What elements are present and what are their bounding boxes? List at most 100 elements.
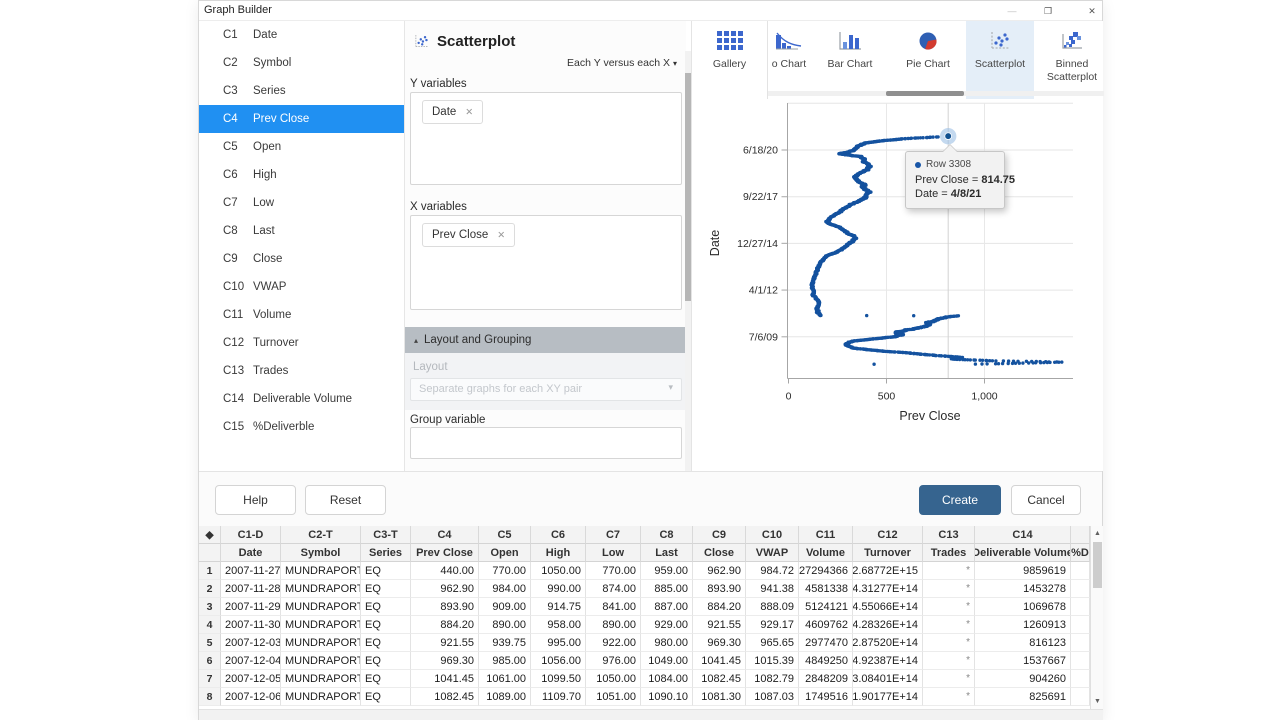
cell[interactable]: 976.00 — [586, 652, 641, 670]
cell[interactable]: 1050.00 — [531, 562, 586, 580]
cell[interactable]: 841.00 — [586, 598, 641, 616]
cell[interactable]: 995.00 — [531, 634, 586, 652]
cell[interactable]: 1061.00 — [479, 670, 531, 688]
column-item--deliverble[interactable]: C15%Deliverble — [199, 413, 404, 441]
cell[interactable]: 1041.45 — [411, 670, 479, 688]
cell[interactable]: 5124121 — [799, 598, 853, 616]
cell[interactable]: 2007-11-27 — [221, 562, 281, 580]
y-variables-dropzone[interactable]: Date ✕ — [410, 92, 682, 185]
column-item-turnover[interactable]: C12Turnover — [199, 329, 404, 357]
cell[interactable]: 893.90 — [411, 598, 479, 616]
worksheet-horizontal-scrollbar[interactable] — [199, 709, 1103, 720]
row-number[interactable]: 4 — [199, 616, 221, 634]
row-number[interactable]: 8 — [199, 688, 221, 706]
cell[interactable]: 1041.45 — [693, 652, 746, 670]
column-name-header[interactable]: Date — [221, 544, 281, 562]
column-name-header[interactable]: Close — [693, 544, 746, 562]
cell[interactable] — [1071, 598, 1090, 616]
cell[interactable] — [1071, 634, 1090, 652]
cell[interactable]: 929.17 — [746, 616, 799, 634]
cell[interactable] — [1071, 562, 1090, 580]
cell[interactable]: MUNDRAPORT — [281, 598, 361, 616]
cell[interactable] — [1071, 580, 1090, 598]
cancel-button[interactable]: Cancel — [1011, 485, 1081, 515]
cell[interactable]: 893.90 — [693, 580, 746, 598]
cell[interactable]: EQ — [361, 652, 411, 670]
cell[interactable]: 9859619 — [975, 562, 1071, 580]
cell[interactable]: 4.31277E+14 — [853, 580, 923, 598]
column-id-header[interactable]: C2-T — [281, 526, 361, 544]
column-name-header[interactable]: Open — [479, 544, 531, 562]
column-name-header[interactable]: Trades — [923, 544, 975, 562]
cell[interactable]: 965.65 — [746, 634, 799, 652]
cell[interactable]: MUNDRAPORT — [281, 688, 361, 706]
cell[interactable]: 1537667 — [975, 652, 1071, 670]
cell[interactable]: 1082.45 — [411, 688, 479, 706]
column-name-header[interactable]: Deliverable Volume — [975, 544, 1071, 562]
column-name-header[interactable]: Last — [641, 544, 693, 562]
cell[interactable]: 1087.03 — [746, 688, 799, 706]
cell[interactable]: 2007-12-03 — [221, 634, 281, 652]
cell[interactable]: * — [923, 598, 975, 616]
column-id-header[interactable]: C5 — [479, 526, 531, 544]
row-number[interactable]: 3 — [199, 598, 221, 616]
create-button[interactable]: Create — [919, 485, 1001, 515]
cell[interactable]: 1109.70 — [531, 688, 586, 706]
cell[interactable]: 1084.00 — [641, 670, 693, 688]
x-variables-dropzone[interactable]: Prev Close ✕ — [410, 215, 682, 310]
cell[interactable] — [1071, 688, 1090, 706]
column-name-header[interactable]: Prev Close — [411, 544, 479, 562]
column-id-header[interactable]: C12 — [853, 526, 923, 544]
cell[interactable]: 1051.00 — [586, 688, 641, 706]
cell[interactable]: 2007-12-04 — [221, 652, 281, 670]
cell[interactable]: * — [923, 580, 975, 598]
cell[interactable]: 27294366 — [799, 562, 853, 580]
help-button[interactable]: Help — [215, 485, 296, 515]
cell[interactable]: EQ — [361, 598, 411, 616]
cell[interactable]: 1453278 — [975, 580, 1071, 598]
layout-and-grouping-header[interactable]: ▴ Layout and Grouping — [405, 327, 686, 353]
cell[interactable]: 904260 — [975, 670, 1071, 688]
cell[interactable]: MUNDRAPORT — [281, 580, 361, 598]
cell[interactable]: EQ — [361, 580, 411, 598]
cell[interactable]: EQ — [361, 634, 411, 652]
cell[interactable]: 2.87520E+14 — [853, 634, 923, 652]
cell[interactable]: * — [923, 670, 975, 688]
column-item-high[interactable]: C6High — [199, 161, 404, 189]
remove-chip-icon[interactable]: ✕ — [497, 230, 505, 241]
column-id-header[interactable]: C1-D — [221, 526, 281, 544]
scroll-up-icon[interactable]: ▲ — [1091, 527, 1104, 540]
scatterplot-preview[interactable]: 6/18/209/22/1712/27/144/1/127/6/0905001,… — [690, 96, 1103, 430]
cell[interactable]: 2.68772E+15 — [853, 562, 923, 580]
cell[interactable]: 984.72 — [746, 562, 799, 580]
cell[interactable]: 1089.00 — [479, 688, 531, 706]
column-id-header[interactable]: C13 — [923, 526, 975, 544]
cell[interactable]: MUNDRAPORT — [281, 562, 361, 580]
grid-corner-icon[interactable]: ◆ — [199, 526, 221, 544]
cell[interactable]: 4581338 — [799, 580, 853, 598]
cell[interactable]: 958.00 — [531, 616, 586, 634]
cell[interactable]: EQ — [361, 670, 411, 688]
column-id-header[interactable]: C4 — [411, 526, 479, 544]
gallery-item-pareto-chart[interactable]: o Chart — [768, 21, 810, 99]
cell[interactable]: 914.75 — [531, 598, 586, 616]
column-item-series[interactable]: C3Series — [199, 77, 404, 105]
cell[interactable]: 1069678 — [975, 598, 1071, 616]
cell[interactable]: 921.55 — [693, 616, 746, 634]
gallery-item-gallery-grid[interactable]: Gallery — [692, 21, 768, 99]
cell[interactable]: MUNDRAPORT — [281, 616, 361, 634]
column-name-header[interactable]: Low — [586, 544, 641, 562]
cell[interactable]: 980.00 — [641, 634, 693, 652]
cell[interactable]: 1056.00 — [531, 652, 586, 670]
cell[interactable]: 4849250 — [799, 652, 853, 670]
cell[interactable]: 1260913 — [975, 616, 1071, 634]
row-number[interactable]: 5 — [199, 634, 221, 652]
column-item-trades[interactable]: C13Trades — [199, 357, 404, 385]
cell[interactable] — [1071, 670, 1090, 688]
scrollbar-thumb[interactable] — [1093, 542, 1102, 588]
column-name-header[interactable]: High — [531, 544, 586, 562]
cell[interactable]: 1.90177E+14 — [853, 688, 923, 706]
cell[interactable]: 2977470 — [799, 634, 853, 652]
highlighted-point[interactable] — [940, 128, 956, 144]
column-item-open[interactable]: C5Open — [199, 133, 404, 161]
